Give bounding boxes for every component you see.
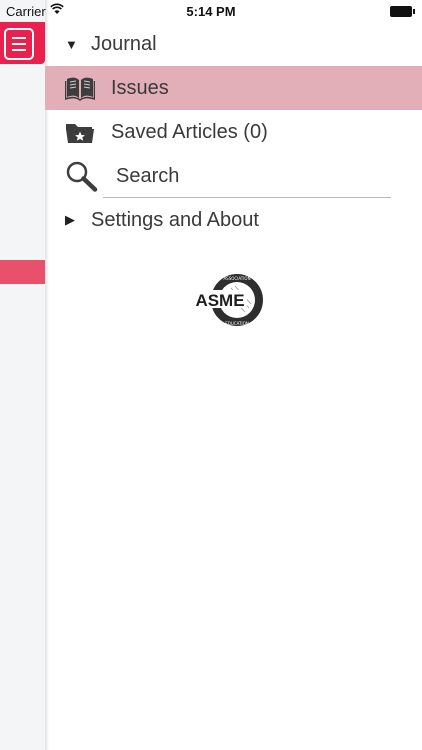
journal-section-header[interactable]: ▼ Journal (45, 22, 422, 66)
triangle-right-icon: ▶ (65, 212, 75, 227)
search-label: Search (116, 164, 180, 187)
background-accent-bar (0, 260, 45, 284)
status-time: 5:14 PM (186, 4, 236, 19)
navigation-drawer: ▼ Journal Issues Saved Articles (0) Sear… (45, 22, 422, 242)
settings-section-label: Settings and About (91, 208, 259, 231)
asme-wordmark: ASME (195, 291, 244, 310)
svg-text:ASSOCIATION: ASSOCIATION (223, 276, 250, 281)
issues-label: Issues (111, 76, 169, 99)
asme-logo: ASSOCIATION EDUCATION ASME (191, 270, 269, 330)
menu-toggle-button[interactable] (0, 22, 45, 64)
status-bar: Carrier 5:14 PM (0, 0, 422, 22)
saved-articles-label: Saved Articles (0) (111, 120, 268, 143)
menu-item-saved-articles[interactable]: Saved Articles (0) (45, 110, 422, 154)
starred-folder-icon (65, 119, 95, 145)
journal-section-label: Journal (91, 32, 157, 55)
search-icon (65, 160, 99, 192)
open-book-icon (64, 75, 96, 101)
background-app-strip (0, 0, 45, 750)
triangle-down-icon: ▼ (65, 36, 78, 52)
hamburger-icon (4, 28, 34, 60)
menu-item-issues[interactable]: Issues (45, 66, 422, 110)
battery-icon (390, 6, 415, 17)
settings-section-header[interactable]: ▶ Settings and About (45, 198, 422, 242)
svg-text:EDUCATION: EDUCATION (225, 321, 249, 326)
menu-item-search[interactable]: Search (45, 154, 422, 198)
